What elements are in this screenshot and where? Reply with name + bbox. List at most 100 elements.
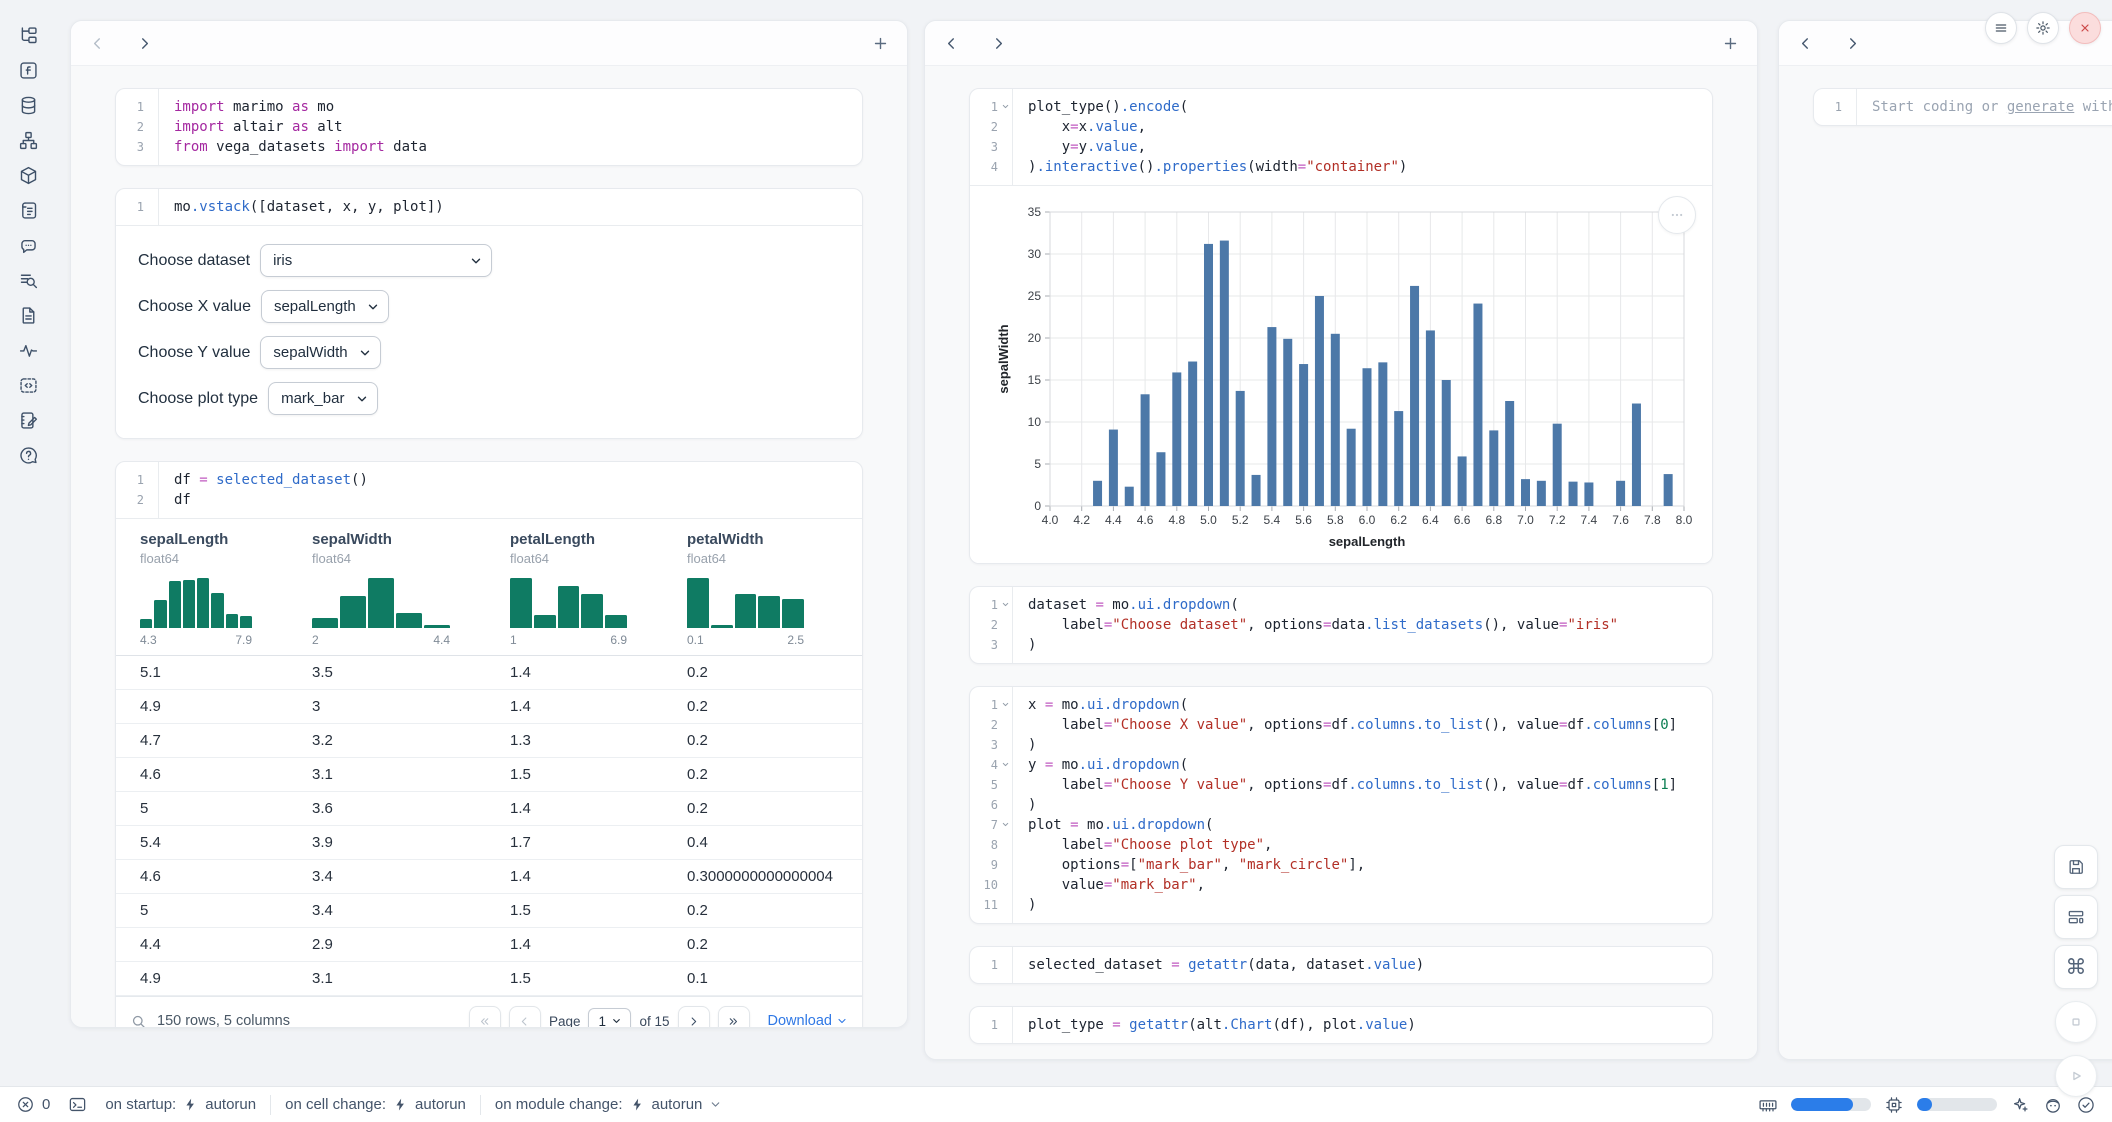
search-icon[interactable]	[130, 1013, 147, 1029]
add-column-icon[interactable]	[1722, 35, 1739, 52]
save-button[interactable]	[2054, 845, 2098, 889]
layout-toggle-button[interactable]	[2054, 895, 2098, 939]
code-line[interactable]: plot_type().encode(	[1028, 97, 1712, 117]
add-column-icon[interactable]	[872, 35, 889, 52]
forward-icon[interactable]	[990, 35, 1007, 52]
scratchpad-icon[interactable]	[18, 410, 39, 431]
code-line[interactable]: label="Choose X value", options=df.colum…	[1028, 715, 1712, 735]
forward-icon[interactable]	[1844, 35, 1861, 52]
cell-selected-dataset[interactable]: 1selected_dataset = getattr(data, datase…	[969, 946, 1713, 984]
table-row[interactable]: 4.73.21.30.2setosa	[116, 724, 862, 758]
column-header-sepalWidth[interactable]: sepalWidthfloat6424.4	[300, 519, 498, 655]
shutdown-button[interactable]	[2069, 12, 2101, 44]
code-line[interactable]: x=x.value,	[1028, 117, 1712, 137]
interrupt-button[interactable]	[2055, 1001, 2097, 1043]
code-line[interactable]: ).interactive().properties(width="contai…	[1028, 157, 1712, 177]
run-mode-1[interactable]: on cell change:autorun	[285, 1096, 466, 1113]
cell-axis-dropdowns[interactable]: 1234567891011x = mo.ui.dropdown( label="…	[969, 686, 1713, 924]
code-line[interactable]: df	[174, 490, 862, 510]
settings-button[interactable]	[2027, 12, 2059, 44]
cell-dataset-dropdown[interactable]: 123dataset = mo.ui.dropdown( label="Choo…	[969, 586, 1713, 664]
snippets-icon[interactable]	[18, 375, 39, 396]
last-page-button[interactable]	[718, 1006, 750, 1028]
code-line[interactable]: options=["mark_bar", "mark_circle"],	[1028, 855, 1712, 875]
download-button[interactable]: Download	[768, 1013, 849, 1028]
cell-vstack[interactable]: 1mo.vstack([dataset, x, y, plot])Choose …	[115, 188, 863, 439]
back-icon[interactable]	[89, 35, 106, 52]
code-line[interactable]: )	[1028, 795, 1712, 815]
logs-icon[interactable]	[18, 270, 39, 291]
choose-x-value-select[interactable]: sepalLength	[261, 290, 389, 323]
fold-chevron-icon[interactable]	[1001, 820, 1010, 829]
table-row[interactable]: 53.61.40.2setosa	[116, 792, 862, 826]
file-explorer-icon[interactable]	[18, 25, 39, 46]
code-line[interactable]: selected_dataset = getattr(data, dataset…	[1028, 955, 1712, 975]
cell-plot[interactable]: 1234plot_type().encode( x=x.value, y=y.v…	[969, 88, 1713, 564]
empty-cell[interactable]: 1 Start coding or generate with	[1813, 88, 2112, 126]
fold-chevron-icon[interactable]	[1001, 102, 1010, 111]
packages-icon[interactable]	[18, 165, 39, 186]
run-mode-2[interactable]: on module change:autorun	[495, 1096, 722, 1113]
code-line[interactable]: plot_type = getattr(alt.Chart(df), plot.…	[1028, 1015, 1712, 1035]
ai-sparkles-button[interactable]	[2010, 1095, 2030, 1115]
tracing-icon[interactable]	[18, 340, 39, 361]
run-all-button[interactable]	[2055, 1055, 2097, 1097]
code-line[interactable]: y = mo.ui.dropdown(	[1028, 755, 1712, 775]
code-line[interactable]: label="Choose Y value", options=df.colum…	[1028, 775, 1712, 795]
table-row[interactable]: 4.93.11.50.1setosa	[116, 962, 862, 996]
data-sources-icon[interactable]	[18, 95, 39, 116]
ai-chat-icon[interactable]	[18, 235, 39, 256]
choose-y-value-select[interactable]: sepalWidth	[260, 336, 381, 369]
next-page-button[interactable]	[678, 1006, 710, 1028]
code-line[interactable]: label="Choose plot type",	[1028, 835, 1712, 855]
connection-status-icon[interactable]	[2076, 1095, 2096, 1115]
code-line[interactable]: plot = mo.ui.dropdown(	[1028, 815, 1712, 835]
cpu-usage-meter[interactable]	[1917, 1098, 1997, 1111]
code-line[interactable]: dataset = mo.ui.dropdown(	[1028, 595, 1712, 615]
code-placeholder[interactable]: Start coding or generate with	[1872, 97, 2112, 117]
choose-dataset-select[interactable]: iris	[260, 244, 492, 277]
choose-plot-type-select[interactable]: mark_bar	[268, 382, 378, 415]
column-header-petalWidth[interactable]: petalWidthfloat640.12.5	[675, 519, 852, 655]
table-row[interactable]: 5.13.51.40.2setosa	[116, 656, 862, 690]
prev-page-button[interactable]	[509, 1006, 541, 1028]
code-line[interactable]: value="mark_bar",	[1028, 875, 1712, 895]
table-row[interactable]: 53.41.50.2setosa	[116, 894, 862, 928]
code-line[interactable]: df = selected_dataset()	[174, 470, 862, 490]
table-row[interactable]: 5.43.91.70.4setosa	[116, 826, 862, 860]
column-header-sepalLength[interactable]: sepalLengthfloat644.37.9	[116, 519, 300, 655]
code-line[interactable]: x = mo.ui.dropdown(	[1028, 695, 1712, 715]
first-page-button[interactable]	[469, 1006, 501, 1028]
table-row[interactable]: 4.63.41.40.3000000000000004setosa	[116, 860, 862, 894]
terminal-button[interactable]	[68, 1095, 87, 1114]
code-line[interactable]: import marimo as mo	[174, 97, 862, 117]
back-icon[interactable]	[1797, 35, 1814, 52]
ai-assistant-button[interactable]	[2043, 1095, 2063, 1115]
table-row[interactable]: 4.931.40.2setosa	[116, 690, 862, 724]
cell-imports[interactable]: 123import marimo as moimport altair as a…	[115, 88, 863, 166]
table-row[interactable]: 4.63.11.50.2setosa	[116, 758, 862, 792]
notebook-menu-button[interactable]	[1985, 12, 2017, 44]
keyboard-shortcuts-button[interactable]: ⌘	[2054, 945, 2098, 989]
code-line[interactable]: from vega_datasets import data	[174, 137, 862, 157]
fold-chevron-icon[interactable]	[1001, 600, 1010, 609]
code-line[interactable]: y=y.value,	[1028, 137, 1712, 157]
cell-plot-type[interactable]: 1plot_type = getattr(alt.Chart(df), plot…	[969, 1006, 1713, 1044]
table-row[interactable]: 4.42.91.40.2setosa	[116, 928, 862, 962]
code-line[interactable]: label="Choose dataset", options=data.lis…	[1028, 615, 1712, 635]
code-line[interactable]: )	[1028, 635, 1712, 655]
fold-chevron-icon[interactable]	[1001, 700, 1010, 709]
outline-icon[interactable]	[18, 200, 39, 221]
documentation-icon[interactable]	[18, 305, 39, 326]
column-header-species[interactable]: speciesobjectunique:nulls:	[852, 519, 862, 655]
code-line[interactable]: )	[1028, 735, 1712, 755]
variables-icon[interactable]	[18, 60, 39, 81]
code-line[interactable]: mo.vstack([dataset, x, y, plot])	[174, 197, 862, 217]
help-icon[interactable]	[18, 445, 39, 466]
error-indicator[interactable]: 0	[16, 1095, 50, 1114]
ram-usage-meter[interactable]	[1791, 1098, 1871, 1111]
chart-container[interactable]: 4.04.24.44.64.85.05.25.45.65.86.06.26.46…	[994, 198, 1712, 559]
cell-dataframe[interactable]: 12df = selected_dataset()dfsepalLengthfl…	[115, 461, 863, 1028]
generate-with-ai-link[interactable]: generate	[2007, 99, 2074, 115]
code-line[interactable]: )	[1028, 895, 1712, 915]
